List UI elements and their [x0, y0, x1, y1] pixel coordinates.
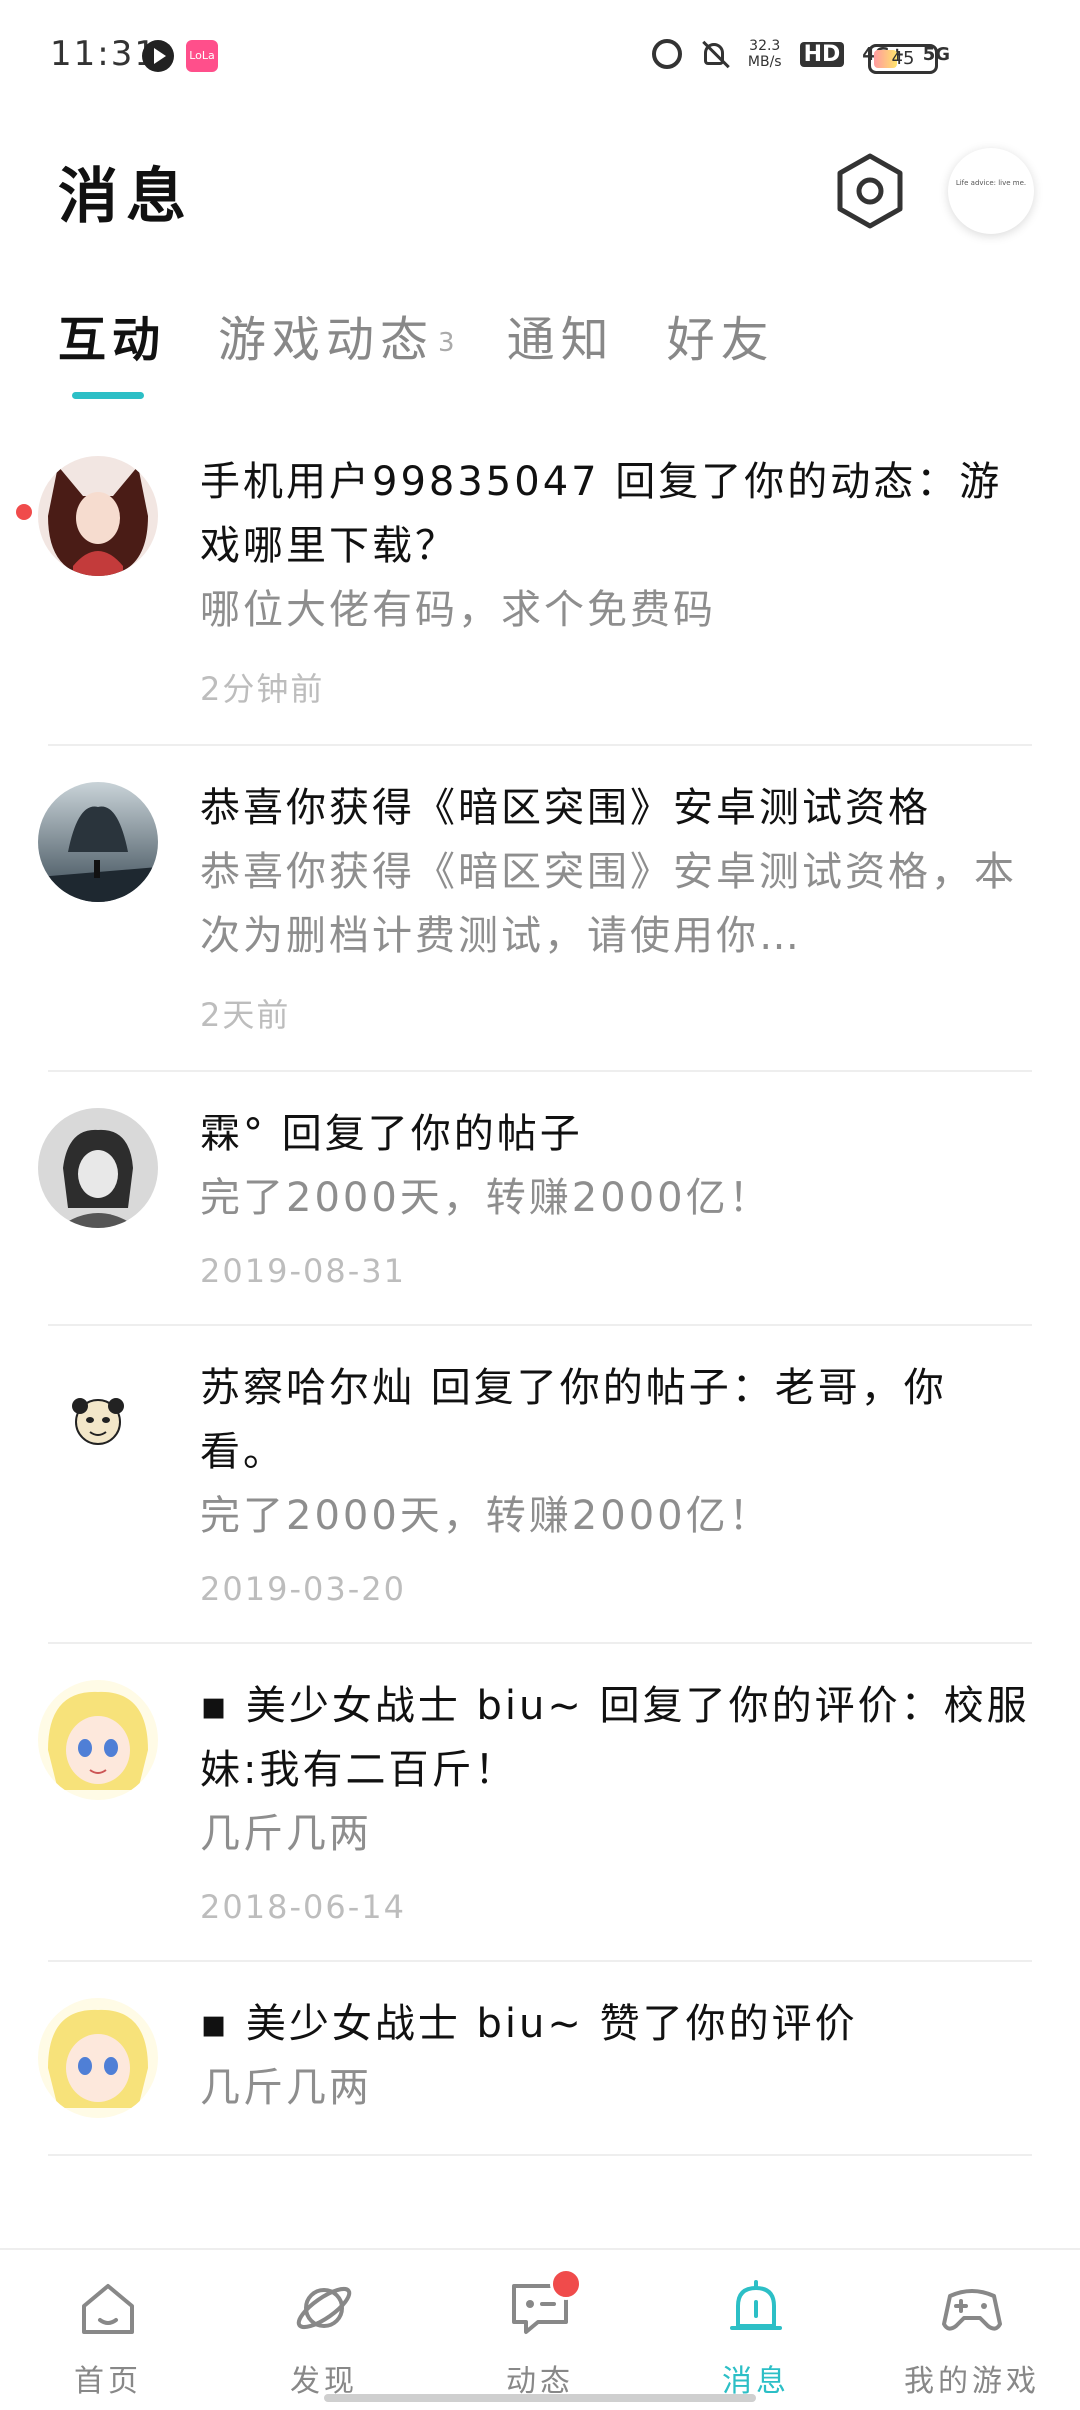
message-preview: 哪位大佬有码，求个免费码: [200, 587, 716, 633]
list-item[interactable]: ▪ 美少女战士 biu~ 回复了你的评价：校服妹:我有二百斤！ 几斤几两 201…: [38, 1644, 1032, 1962]
battery-percent: 45: [891, 48, 915, 69]
nav-label: 我的游戏: [904, 2364, 1040, 2399]
message-title: 手机用户99835047 回复了你的动态：游戏哪里下载？: [200, 459, 1003, 569]
message-content: 手机用户99835047 回复了你的动态：游戏哪里下载？ 哪位大佬有码，求个免费…: [200, 420, 1032, 744]
message-title: 霖° 回复了你的帖子: [200, 1111, 583, 1157]
tab-label: 互动: [58, 312, 167, 368]
message-title: 苏察哈尔灿 回复了你的帖子：老哥，你看。: [200, 1365, 947, 1475]
avatar[interactable]: [38, 1108, 158, 1228]
message-content: ▪ 美少女战士 biu~ 回复了你的评价：校服妹:我有二百斤！ 几斤几两 201…: [200, 1644, 1032, 1960]
home-indicator[interactable]: [324, 2394, 756, 2402]
avatar[interactable]: [38, 1680, 158, 1800]
nav-messages[interactable]: 消息: [648, 2250, 864, 2410]
list-item[interactable]: 恭喜你获得《暗区突围》安卓测试资格 恭喜你获得《暗区突围》安卓测试资格，本次为删…: [38, 746, 1032, 1072]
status-bar: 11:31 LoLa 32.3 MB/s HD 4G+ 5G 45: [0, 0, 1080, 120]
message-preview: 恭喜你获得《暗区突围》安卓测试资格，本次为删档计费测试，请使用你…: [200, 849, 1017, 959]
unread-dot: [16, 504, 32, 520]
list-item[interactable]: 手机用户99835047 回复了你的动态：游戏哪里下载？ 哪位大佬有码，求个免费…: [16, 420, 1032, 746]
nav-my-games[interactable]: 我的游戏: [864, 2250, 1080, 2410]
network-speed: 32.3 MB/s: [748, 38, 782, 70]
video-play-icon: [142, 40, 174, 72]
tab-game-updates[interactable]: 游戏动态 3: [218, 300, 455, 370]
message-title: ▪ 美少女战士 biu~ 赞了你的评价: [200, 2001, 858, 2047]
app-notification-icon: LoLa: [186, 40, 218, 72]
message-content: 恭喜你获得《暗区突围》安卓测试资格 恭喜你获得《暗区突围》安卓测试资格，本次为删…: [200, 746, 1032, 1070]
tab-label: 好友: [666, 312, 775, 368]
message-preview: 几斤几两: [200, 2065, 372, 2111]
message-content: 霖° 回复了你的帖子 完了2000天，转赚2000亿！ 2019-08-31: [200, 1072, 1032, 1324]
message-content: ▪ 美少女战士 biu~ 赞了你的评价 几斤几两: [200, 1962, 1032, 2154]
list-item[interactable]: ▪ 美少女战士 biu~ 赞了你的评价 几斤几两: [38, 1962, 1032, 2156]
network-speed-value: 32.3: [749, 38, 781, 54]
notification-badge: [550, 2268, 582, 2300]
avatar[interactable]: [38, 1362, 158, 1482]
network-speed-unit: MB/s: [747, 54, 782, 70]
nav-home[interactable]: 首页: [0, 2250, 216, 2410]
message-preview: 几斤几两: [200, 1811, 372, 1857]
message-time: 2天前: [200, 996, 291, 1034]
message-title: ▪ 美少女战士 biu~ 回复了你的评价：校服妹:我有二百斤！: [200, 1683, 1030, 1793]
tab-label: 游戏动态: [218, 312, 435, 368]
mute-notification-icon: [700, 39, 730, 69]
list-item[interactable]: 苏察哈尔灿 回复了你的帖子：老哥，你看。 完了2000天，转赚2000亿！ 20…: [38, 1326, 1032, 1644]
avatar[interactable]: [38, 782, 158, 902]
bottom-nav: 首页 发现 动态 消息 我的游戏: [0, 2248, 1080, 2410]
message-content: 苏察哈尔灿 回复了你的帖子：老哥，你看。 完了2000天，转赚2000亿！ 20…: [200, 1326, 1032, 1642]
message-preview: 完了2000天，转赚2000亿！: [200, 1175, 772, 1221]
alarm-icon: [651, 39, 682, 69]
hd-voice-icon: HD: [799, 41, 845, 67]
tab-count-badge: 3: [438, 328, 455, 358]
gamepad-icon: [942, 2289, 1002, 2331]
settings-icon[interactable]: [834, 152, 906, 230]
avatar-caption: Life advice: live me.: [955, 179, 1027, 187]
planet-icon: [296, 2286, 352, 2330]
active-tab-indicator: [72, 392, 144, 399]
nav-discover[interactable]: 发现: [216, 2250, 432, 2410]
message-tabs: 互动 游戏动态 3 通知 好友: [58, 300, 827, 399]
tab-label: 通知: [506, 312, 615, 368]
nav-label: 首页: [74, 2364, 142, 2399]
message-time: 2018-06-14: [200, 1888, 406, 1926]
message-time: 2019-08-31: [200, 1252, 406, 1290]
user-avatar[interactable]: Life advice: live me.: [948, 148, 1034, 234]
message-time: 2分钟前: [200, 670, 325, 708]
battery-icon: 45: [868, 44, 938, 74]
message-list: 手机用户99835047 回复了你的动态：游戏哪里下载？ 哪位大佬有码，求个免费…: [0, 420, 1080, 2156]
list-item[interactable]: 霖° 回复了你的帖子 完了2000天，转赚2000亿！ 2019-08-31: [38, 1072, 1032, 1326]
avatar[interactable]: [38, 456, 158, 576]
bell-icon: [730, 2280, 782, 2330]
tab-friends[interactable]: 好友: [667, 300, 775, 370]
message-title: 恭喜你获得《暗区突围》安卓测试资格: [200, 785, 931, 831]
page-title: 消息: [58, 162, 194, 232]
tab-notifications[interactable]: 通知: [507, 300, 615, 370]
nav-feed[interactable]: 动态: [432, 2250, 648, 2410]
tab-interactions[interactable]: 互动: [58, 300, 166, 370]
message-preview: 完了2000天，转赚2000亿！: [200, 1493, 772, 1539]
home-icon: [82, 2284, 134, 2334]
message-time: 2019-03-20: [200, 1570, 406, 1608]
avatar[interactable]: [38, 1998, 158, 2118]
